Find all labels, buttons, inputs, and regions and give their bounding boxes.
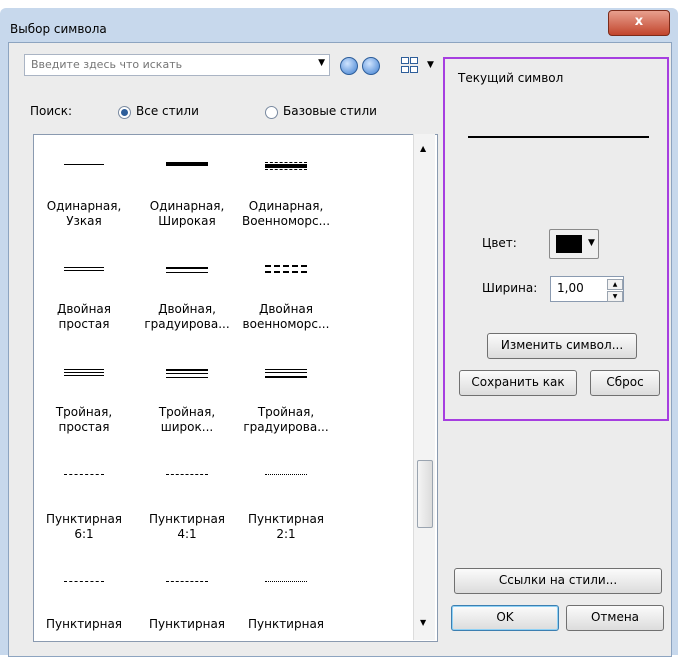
search-input[interactable] [25, 55, 315, 73]
cancel-button[interactable]: Отмена [566, 605, 664, 631]
symbol-label[interactable]: Двойная, градуирова... [137, 302, 237, 332]
symbol-list-scrollbar[interactable]: ▲ ▼ [413, 134, 435, 640]
color-swatch [556, 235, 582, 253]
chevron-down-icon[interactable]: ▼ [588, 238, 595, 248]
symbol-label[interactable]: Одинарная, Военноморс... [236, 199, 336, 229]
scroll-down-icon[interactable]: ▼ [420, 618, 426, 627]
symbol-label[interactable]: Двойная военноморс... [236, 302, 336, 332]
grid-view-icon[interactable] [401, 57, 418, 73]
symbol-label[interactable]: Одинарная, Широкая [137, 199, 237, 229]
symbol-label[interactable]: Пунктирная [236, 617, 336, 632]
symbol-preview-dash-6-1[interactable] [64, 474, 104, 475]
chevron-down-icon[interactable]: ▼ [318, 58, 325, 68]
spin-up-icon[interactable]: ▲ [607, 279, 623, 290]
current-symbol-legend: Текущий символ [455, 71, 567, 85]
radio-all-styles[interactable] [118, 106, 131, 119]
symbol-label[interactable]: Тройная, простая [34, 405, 134, 435]
style-references-button[interactable]: Ссылки на стили... [454, 568, 662, 594]
symbol-preview-double-simple[interactable] [64, 267, 104, 271]
scroll-up-icon[interactable]: ▲ [420, 144, 426, 153]
symbol-preview-single-thin[interactable] [64, 164, 104, 165]
clear-search-icon[interactable] [362, 57, 380, 75]
symbol-preview-triple-wide[interactable] [166, 369, 208, 378]
search-combobox[interactable]: ▼ [24, 54, 330, 76]
reset-button[interactable]: Сброс [590, 370, 660, 396]
symbol-preview-triple-graded[interactable] [265, 369, 307, 378]
width-spinbox[interactable]: 1,00 ▲ ▼ [550, 276, 624, 302]
symbol-preview-single-wide[interactable] [166, 162, 208, 166]
width-spin-buttons[interactable]: ▲ ▼ [607, 279, 623, 302]
symbol-label[interactable]: Тройная, широк... [137, 405, 237, 435]
filter-label: Поиск: [30, 104, 73, 118]
scroll-thumb[interactable] [417, 460, 433, 528]
search-icon[interactable] [340, 57, 358, 75]
symbol-preview-triple-simple[interactable] [64, 369, 104, 376]
edit-symbol-button[interactable]: Изменить символ... [487, 333, 637, 359]
close-button[interactable]: x [608, 10, 670, 36]
save-as-button[interactable]: Сохранить как [459, 370, 577, 396]
symbol-preview-dash-dot[interactable] [265, 581, 307, 582]
symbol-label[interactable]: Двойная простая [34, 302, 134, 332]
symbol-preview-double-naval[interactable] [265, 265, 307, 273]
symbol-preview-double-graded[interactable] [166, 267, 208, 273]
symbol-label[interactable]: Пунктирная 4:1 [137, 512, 237, 542]
width-value[interactable]: 1,00 [557, 281, 584, 295]
symbol-label[interactable]: Пунктирная [137, 617, 237, 632]
symbol-label[interactable]: Пунктирная 6:1 [34, 512, 134, 542]
symbol-label[interactable]: Одинарная, Узкая [34, 199, 134, 229]
symbol-preview-dash-long[interactable] [64, 581, 104, 582]
ok-button[interactable]: OK [451, 605, 559, 631]
color-picker-button[interactable]: ▼ [549, 229, 599, 259]
symbol-preview-dash-2-1[interactable] [265, 474, 307, 475]
spin-down-icon[interactable]: ▼ [607, 291, 623, 302]
radio-all-styles-label[interactable]: Все стили [136, 104, 199, 118]
radio-base-styles-label[interactable]: Базовые стили [283, 104, 377, 118]
window-title: Выбор символа [10, 22, 107, 36]
color-label: Цвет: [482, 236, 517, 250]
symbol-preview-dash-4-1[interactable] [166, 474, 208, 475]
symbol-preview-dash-mid[interactable] [166, 581, 208, 582]
width-label: Ширина: [482, 281, 538, 295]
view-dropdown-icon[interactable]: ▼ [427, 60, 434, 70]
title-bar: Выбор символа x [0, 8, 678, 42]
symbol-label[interactable]: Тройная, градуирова... [236, 405, 336, 435]
symbol-preview-single-naval[interactable] [265, 162, 307, 170]
symbol-list[interactable]: Одинарная, Узкая Одинарная, Широкая Одинар… [33, 134, 438, 642]
symbol-label[interactable]: Пунктирная [34, 617, 134, 632]
symbol-label[interactable]: Пунктирная 2:1 [236, 512, 336, 542]
radio-base-styles[interactable] [265, 106, 278, 119]
current-symbol-preview [468, 136, 649, 138]
